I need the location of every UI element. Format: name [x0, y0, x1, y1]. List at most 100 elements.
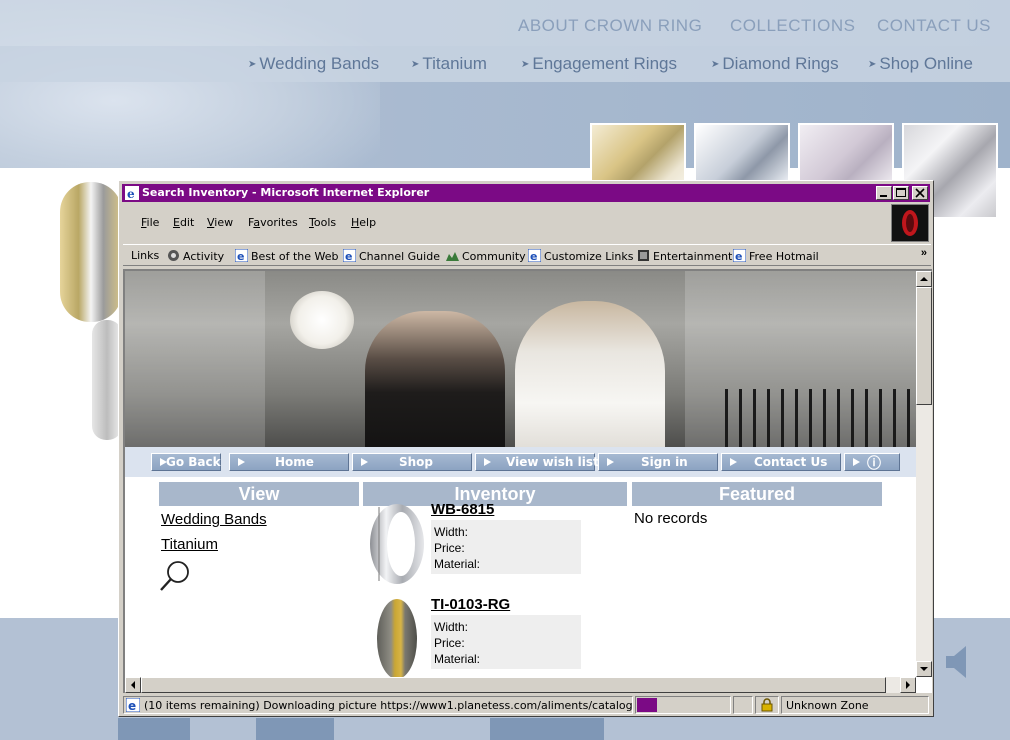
lock-icon: [761, 698, 773, 712]
title-bar[interactable]: e Search Inventory - Microsoft Internet …: [122, 184, 930, 202]
product-code-link[interactable]: WB-6815: [431, 501, 494, 518]
sub-nav-strip: [0, 46, 1010, 82]
maximize-button[interactable]: [893, 186, 909, 200]
menu-tools[interactable]: Tools: [309, 216, 336, 229]
scroll-right-button[interactable]: [900, 677, 916, 693]
minimize-icon: [880, 195, 887, 197]
scroll-thumb[interactable]: [141, 677, 886, 693]
menu-label: ile: [146, 216, 160, 229]
sub-nav-label: Titanium: [422, 54, 487, 73]
top-nav-contact[interactable]: CONTACT US: [877, 16, 991, 36]
menu-label: vorites: [260, 216, 298, 229]
bottom-tab: [256, 718, 334, 740]
ie-page-icon: e: [235, 249, 248, 262]
scroll-down-button[interactable]: [916, 661, 932, 677]
view-link-titanium[interactable]: Titanium: [161, 536, 218, 553]
svg-text:e: e: [345, 250, 352, 262]
ie-page-icon: e: [528, 249, 541, 262]
price-label: Price:: [434, 636, 465, 650]
top-nav-collections[interactable]: COLLECTIONS: [730, 16, 855, 36]
shop-button[interactable]: Shop: [352, 453, 472, 471]
down-arrow-icon: [920, 667, 928, 671]
sub-nav-engagement-rings[interactable]: ➤ Engagement Rings: [521, 54, 677, 74]
home-button[interactable]: Home: [229, 453, 349, 471]
menu-file[interactable]: File: [141, 216, 159, 229]
ie-throbber-icon: [891, 204, 929, 242]
menu-label: elp: [359, 216, 377, 229]
width-label: Width:: [434, 620, 469, 634]
link-community[interactable]: Community: [446, 249, 526, 263]
contact-us-button[interactable]: Contact Us: [721, 453, 841, 471]
menu-edit[interactable]: Edit: [173, 216, 194, 229]
scroll-up-button[interactable]: [916, 271, 932, 287]
speaker-icon[interactable]: [944, 642, 972, 682]
view-link-wedding-bands[interactable]: Wedding Bands: [161, 511, 267, 528]
link-label: Channel Guide: [359, 250, 440, 263]
link-customize-links[interactable]: e Customize Links: [528, 249, 634, 263]
sub-nav-wedding-bands[interactable]: ➤ Wedding Bands: [248, 54, 379, 74]
product-details: Width: Price: Material:: [431, 615, 581, 669]
links-overflow-chevron[interactable]: »: [921, 247, 927, 259]
groom-shape: [365, 311, 505, 447]
fence-shape: [725, 389, 916, 447]
community-icon: [446, 252, 459, 261]
scroll-left-button[interactable]: [125, 677, 141, 693]
material-label: Material:: [434, 557, 481, 571]
sub-nav-label: Diamond Rings: [722, 54, 839, 73]
vertical-scrollbar[interactable]: [916, 271, 932, 677]
menu-bar: File Edit View Favorites Tools Help: [123, 204, 891, 242]
top-nav-strip: [0, 0, 1010, 46]
menu-help[interactable]: Help: [351, 216, 376, 229]
svg-text:e: e: [530, 250, 537, 262]
link-entertainment[interactable]: Entertainment: [637, 249, 732, 263]
arrow-icon: ➤: [868, 59, 877, 70]
info-button[interactable]: ⓘ: [844, 453, 900, 472]
link-label: Community: [462, 250, 526, 263]
arrow-icon: [730, 458, 737, 466]
arrow-icon: [484, 458, 491, 466]
status-cell: [733, 696, 753, 714]
ie-page-icon: e: [343, 249, 356, 262]
close-button[interactable]: [912, 186, 928, 200]
progress-bar: [635, 696, 731, 714]
button-label: View wish list: [506, 455, 599, 469]
link-best-of-web[interactable]: e Best of the Web: [235, 249, 338, 263]
bottom-tab: [490, 718, 604, 740]
activity-icon: [168, 250, 179, 261]
info-icon: ⓘ: [867, 456, 881, 472]
ie-icon: e: [125, 186, 139, 200]
link-free-hotmail[interactable]: e Free Hotmail: [733, 249, 819, 263]
search-icon[interactable]: [159, 559, 193, 593]
wedding-banner-image: [125, 271, 916, 447]
entertainment-icon: [638, 250, 649, 261]
product-image[interactable]: [367, 596, 427, 682]
sign-in-button[interactable]: Sign in: [598, 453, 718, 471]
width-label: Width:: [434, 525, 469, 539]
go-back-button[interactable]: Go Back: [151, 453, 221, 471]
product-image[interactable]: [367, 501, 427, 587]
button-label: Home: [275, 455, 314, 469]
menu-label: dit: [179, 216, 195, 229]
sub-nav-label: Engagement Rings: [532, 54, 677, 73]
button-label: Go Back: [166, 455, 221, 469]
sub-nav-label: Shop Online: [879, 54, 973, 73]
link-activity[interactable]: Activity: [167, 249, 224, 263]
svg-text:e: e: [128, 699, 136, 712]
arrow-icon: [361, 458, 368, 466]
bride-shape: [515, 301, 665, 447]
sub-nav-shop-online[interactable]: ➤ Shop Online: [868, 54, 973, 74]
sub-nav-titanium[interactable]: ➤ Titanium: [411, 54, 487, 74]
scroll-thumb[interactable]: [916, 287, 932, 405]
links-label: Links: [131, 249, 160, 262]
button-label: Sign in: [641, 455, 688, 469]
product-code-link[interactable]: TI-0103-RG: [431, 596, 510, 613]
building-shape: [125, 271, 265, 447]
minimize-button[interactable]: [876, 186, 892, 200]
top-nav-about[interactable]: ABOUT CROWN RING: [518, 16, 702, 36]
horizontal-scrollbar[interactable]: [125, 677, 916, 693]
link-channel-guide[interactable]: e Channel Guide: [343, 249, 440, 263]
sub-nav-diamond-rings[interactable]: ➤ Diamond Rings: [711, 54, 839, 74]
menu-favorites[interactable]: Favorites: [248, 216, 298, 229]
menu-view[interactable]: View: [207, 216, 233, 229]
view-wish-list-button[interactable]: View wish list: [475, 453, 599, 471]
